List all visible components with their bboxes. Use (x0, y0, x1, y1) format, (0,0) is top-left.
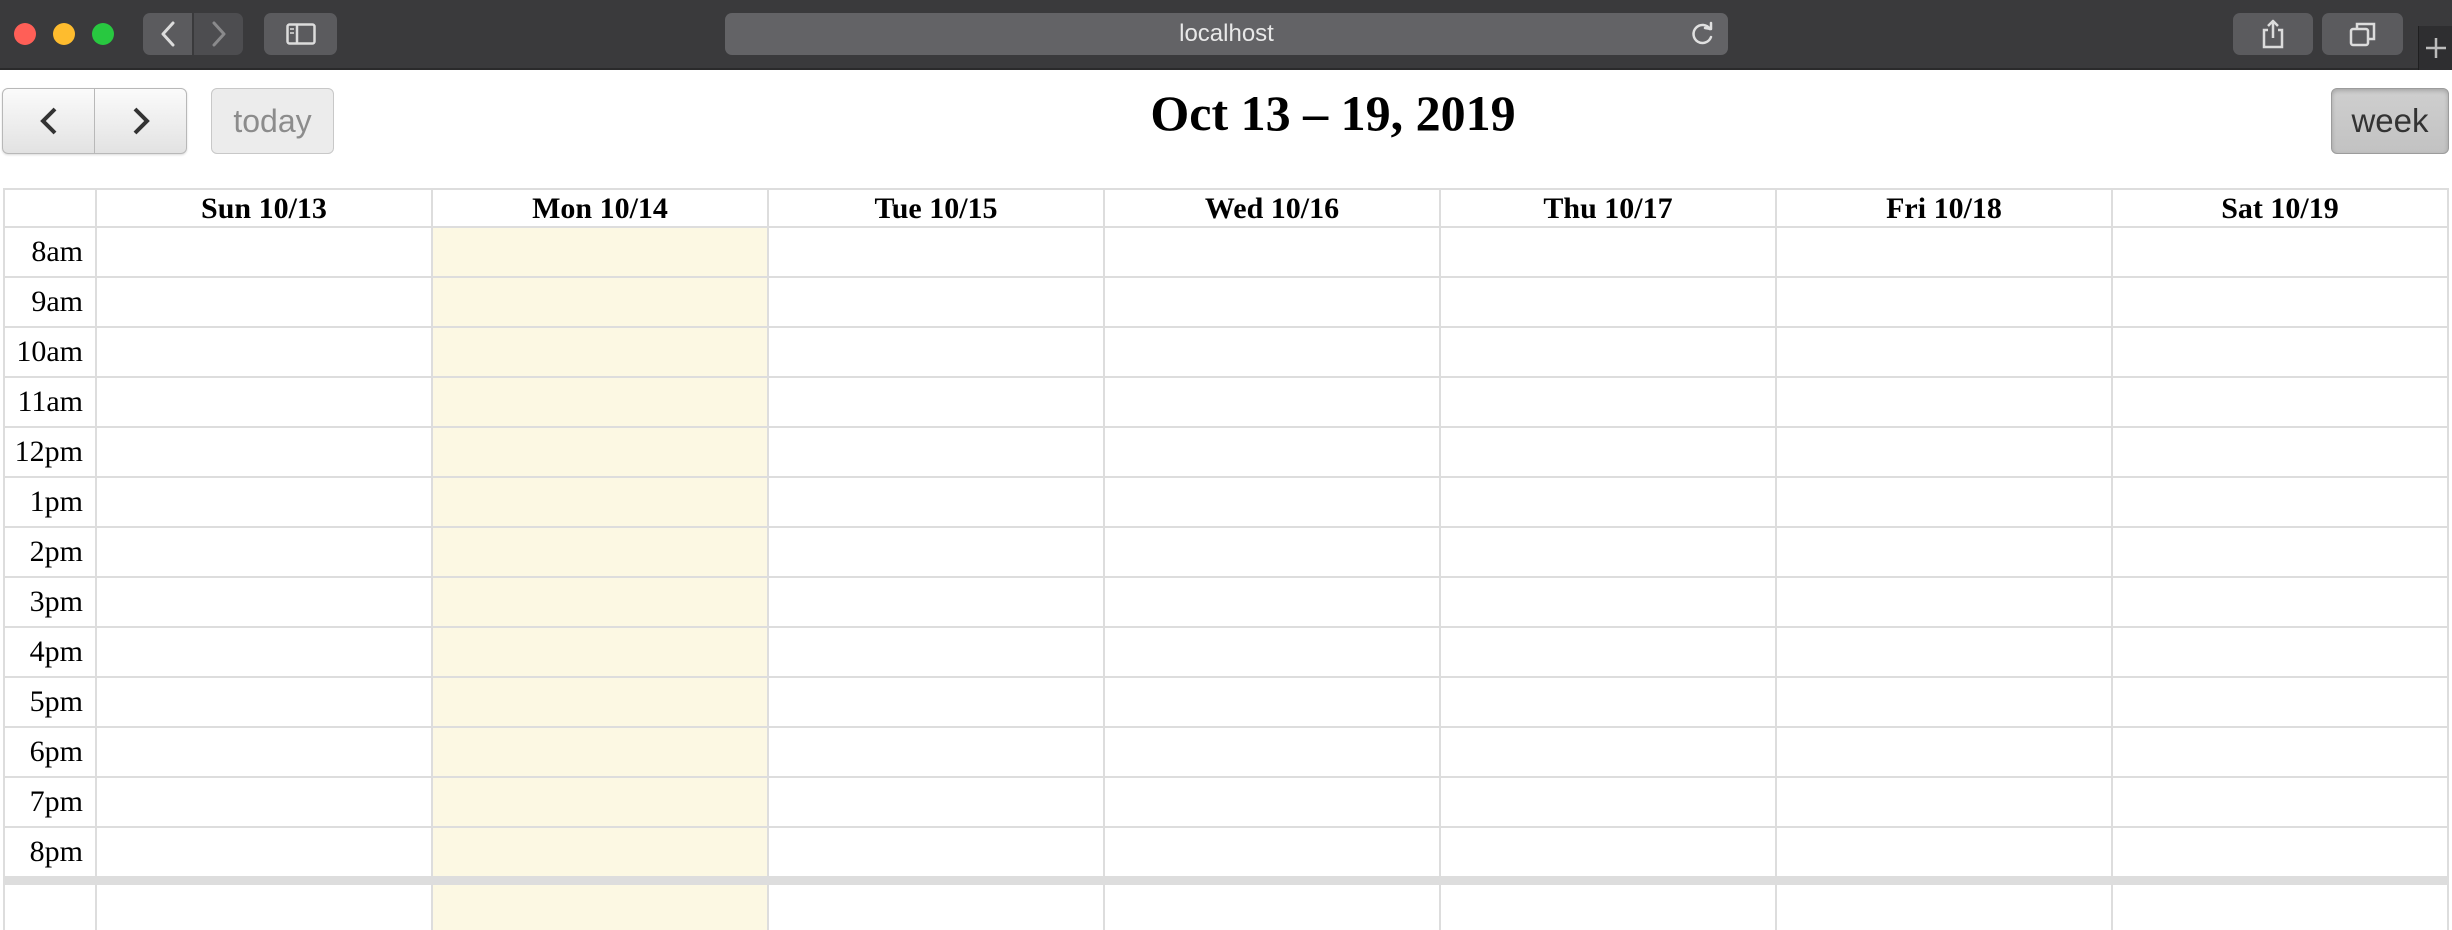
day-header-row: Sun 10/13 Mon 10/14 Tue 10/15 Wed 10/16 Thu … (5, 190, 2449, 228)
time-slot-row[interactable] (5, 476, 2449, 478)
time-slot-row[interactable] (5, 426, 2449, 428)
chevron-left-icon (161, 21, 174, 47)
time-slot-row[interactable] (5, 676, 2449, 678)
time-slot-row[interactable] (5, 276, 2449, 278)
next-button[interactable] (94, 89, 186, 153)
chevron-left-icon (39, 107, 56, 135)
zoom-window-button[interactable] (92, 23, 114, 45)
column-divider (1103, 228, 1105, 930)
chevron-right-icon (212, 21, 225, 47)
sidebar-toggle-button[interactable] (264, 13, 337, 55)
day-header: Sat 10/19 (2113, 190, 2449, 228)
time-slot-row[interactable] (5, 776, 2449, 778)
time-slot-label: 7pm (29, 785, 83, 818)
share-button[interactable] (2233, 13, 2313, 55)
today-button[interactable]: today (211, 88, 334, 154)
browser-toolbar: localhost (0, 0, 2452, 70)
day-header: Thu 10/17 (1441, 190, 1777, 228)
address-bar[interactable]: localhost (725, 13, 1728, 55)
time-slot-label: 9am (31, 285, 83, 318)
chevron-right-icon (133, 107, 150, 135)
minimize-window-button[interactable] (53, 23, 75, 45)
time-slot-label: 8pm (29, 835, 83, 868)
time-slot-row[interactable] (5, 576, 2449, 578)
close-window-button[interactable] (14, 23, 36, 45)
prev-button[interactable] (3, 89, 94, 153)
time-slot-row[interactable] (5, 376, 2449, 378)
column-divider (2447, 228, 2449, 930)
time-slot-row[interactable] (5, 826, 2449, 828)
week-calendar: Sun 10/13 Mon 10/14 Tue 10/15 Wed 10/16 Thu … (3, 188, 2449, 930)
day-header: Wed 10/16 (1105, 190, 1441, 228)
new-tab-button[interactable] (2418, 26, 2452, 70)
time-slot-label: 2pm (29, 535, 83, 568)
column-divider (2111, 228, 2113, 930)
page-title: Oct 13 – 19, 2019 (1150, 85, 1516, 141)
time-slot-label: 3pm (29, 585, 83, 618)
reload-button[interactable] (1690, 21, 1716, 52)
sidebar-icon (285, 23, 316, 45)
week-view-button[interactable]: week (2331, 88, 2449, 154)
column-divider (95, 228, 97, 930)
day-header: Fri 10/18 (1777, 190, 2113, 228)
time-slot-label: 11am (17, 385, 83, 418)
time-slot-label: 8am (31, 235, 83, 268)
reload-icon (1692, 21, 1713, 45)
day-header: Tue 10/15 (769, 190, 1105, 228)
time-slot-label: 5pm (29, 685, 83, 718)
column-divider (767, 228, 769, 930)
plus-icon (2425, 38, 2446, 58)
column-divider (1439, 228, 1441, 930)
time-slot-row[interactable] (5, 876, 2449, 878)
time-axis-header (5, 190, 97, 228)
tabs-icon (2349, 22, 2375, 47)
time-slot-row[interactable] (5, 526, 2449, 528)
time-slot-label: 1pm (29, 485, 83, 518)
time-slot-row[interactable] (5, 726, 2449, 728)
time-slot-label: 10am (16, 335, 83, 368)
time-slot-label: 4pm (29, 635, 83, 668)
share-icon (2262, 19, 2284, 49)
today-column-highlight (433, 228, 769, 930)
day-header: Mon 10/14 (433, 190, 769, 228)
column-divider (431, 228, 433, 930)
time-slot-row[interactable] (5, 626, 2449, 628)
column-divider (1775, 228, 1777, 930)
day-header: Sun 10/13 (97, 190, 433, 228)
prev-next-group (2, 88, 187, 154)
browser-forward-button[interactable] (194, 13, 243, 55)
browser-back-button[interactable] (143, 13, 192, 55)
show-tabs-button[interactable] (2322, 13, 2403, 55)
address-text: localhost (1179, 20, 1274, 47)
time-slot-row[interactable] (5, 326, 2449, 328)
time-slot-label: 6pm (29, 735, 83, 768)
time-slot-label: 12pm (14, 435, 83, 468)
